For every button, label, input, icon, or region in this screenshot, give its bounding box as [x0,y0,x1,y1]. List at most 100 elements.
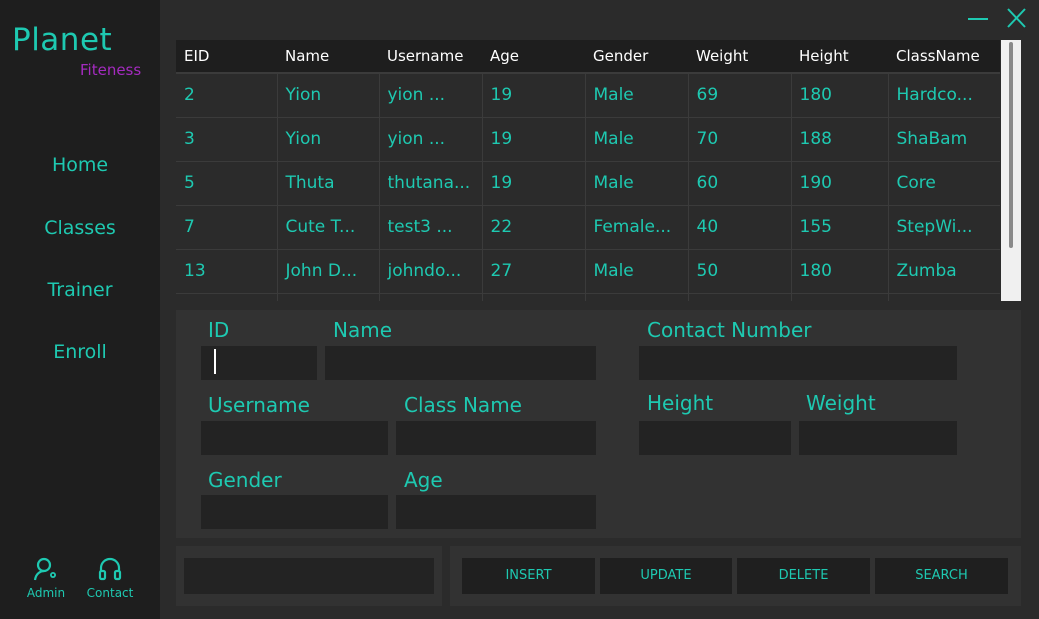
table-row[interactable]: 13 John D... johndo... 27 Male 50 180 Zu… [176,249,1000,294]
table-cell[interactable]: 22 [482,205,586,250]
table-cell[interactable]: 180 [791,73,889,118]
search-input[interactable] [184,558,434,594]
contact-button[interactable]: Contact [82,556,138,600]
table-cell[interactable]: 19 [482,161,586,206]
table-cell[interactable]: yion ... [379,73,483,118]
table-cell[interactable] [379,293,483,301]
weight-field[interactable] [799,421,957,455]
username-field[interactable] [201,421,388,455]
column-header-height[interactable]: Height [791,40,888,74]
table-cell[interactable]: 5 [176,161,278,206]
table-cell[interactable]: johndo... [379,249,483,294]
column-header-age[interactable]: Age [482,40,585,74]
table-cell[interactable]: 2 [176,73,278,118]
table-cell[interactable]: 180 [791,249,889,294]
id-field[interactable] [201,346,317,380]
table-cell[interactable]: Male [585,249,689,294]
table-cell[interactable]: Core [888,161,1000,206]
table-cell[interactable]: 19 [482,117,586,162]
table-cell[interactable] [277,293,380,301]
table-row[interactable] [176,293,1000,301]
column-header-username[interactable]: Username [379,40,482,74]
table-cell[interactable]: Male [585,73,689,118]
table-cell[interactable]: Male [585,161,689,206]
table-cell[interactable]: 7 [176,205,278,250]
table-cell[interactable]: StepWi... [888,205,1000,250]
table-cell[interactable] [791,293,889,301]
table-cell[interactable]: Female... [585,205,689,250]
delete-button[interactable]: DELETE [737,558,870,594]
username-label: Username [208,393,310,417]
table-row[interactable]: 7 Cute T... test3 ... 22 Female... 40 15… [176,205,1000,250]
table-cell[interactable]: John D... [277,249,380,294]
table-cell[interactable]: 155 [791,205,889,250]
table-row[interactable]: 5 Thuta thutana... 19 Male 60 190 Core [176,161,1000,206]
text-caret [214,349,216,374]
height-field[interactable] [639,421,791,455]
table-cell[interactable]: 3 [176,117,278,162]
members-table[interactable]: EID Name Username Age Gender Weight Heig… [176,40,1021,301]
column-header-weight[interactable]: Weight [688,40,791,74]
table-cell[interactable]: ShaBam [888,117,1000,162]
class-name-field[interactable] [396,421,596,455]
headset-icon [98,557,122,581]
table-cell[interactable]: 13 [176,249,278,294]
admin-user-icon [33,557,56,581]
table-cell[interactable]: 69 [688,73,792,118]
table-cell[interactable] [688,293,792,301]
table-header: EID Name Username Age Gender Weight Heig… [176,40,1000,74]
column-header-gender[interactable]: Gender [585,40,688,74]
table-cell[interactable]: yion ... [379,117,483,162]
contact-label: Contact [86,586,134,600]
brand-title: Planet [12,22,113,58]
table-cell[interactable]: test3 ... [379,205,483,250]
gender-field[interactable] [201,495,388,529]
table-cell[interactable]: 60 [688,161,792,206]
close-button[interactable] [1004,6,1028,34]
column-header-eid[interactable]: EID [176,40,277,74]
nav-trainer[interactable]: Trainer [0,279,160,301]
table-row[interactable]: 2 Yion yion ... 19 Male 69 180 Hardco... [176,73,1000,118]
nav-enroll[interactable]: Enroll [0,341,160,363]
nav-home[interactable]: Home [0,154,160,176]
table-row[interactable]: 3 Yion yion ... 19 Male 70 188 ShaBam [176,117,1000,162]
column-header-name[interactable]: Name [277,40,379,74]
table-cell[interactable]: thutana... [379,161,483,206]
brand-subtitle: Fiteness [80,61,142,79]
table-cell[interactable] [482,293,586,301]
name-field[interactable] [325,346,596,380]
table-cell[interactable]: Yion [277,73,380,118]
table-cell[interactable]: 50 [688,249,792,294]
table-cell[interactable]: 19 [482,73,586,118]
age-label: Age [404,468,443,492]
sidebar: Planet Fiteness Home Classes Trainer Enr… [0,0,160,619]
search-button[interactable]: SEARCH [875,558,1008,594]
table-cell[interactable]: 190 [791,161,889,206]
weight-label: Weight [806,391,876,415]
table-cell[interactable] [888,293,1000,301]
table-scrollbar-thumb[interactable] [1009,42,1013,248]
minimize-icon [968,18,988,20]
table-cell[interactable]: Hardco... [888,73,1000,118]
table-cell[interactable]: 27 [482,249,586,294]
age-field[interactable] [396,495,596,529]
nav-classes[interactable]: Classes [0,217,160,239]
contact-number-label: Contact Number [647,318,812,342]
minimize-button[interactable] [966,6,990,34]
admin-button[interactable]: Admin [18,556,74,600]
table-cell[interactable]: Yion [277,117,380,162]
insert-button[interactable]: INSERT [462,558,595,594]
table-cell[interactable]: Zumba [888,249,1000,294]
height-label: Height [647,391,714,415]
table-cell[interactable]: Male [585,117,689,162]
update-button[interactable]: UPDATE [600,558,732,594]
table-cell[interactable] [176,293,278,301]
table-cell[interactable]: 188 [791,117,889,162]
table-cell[interactable] [585,293,689,301]
table-cell[interactable]: Cute T... [277,205,380,250]
table-cell[interactable]: Thuta [277,161,380,206]
table-cell[interactable]: 70 [688,117,792,162]
column-header-classname[interactable]: ClassName [888,40,1000,74]
contact-number-field[interactable] [639,346,957,380]
table-cell[interactable]: 40 [688,205,792,250]
